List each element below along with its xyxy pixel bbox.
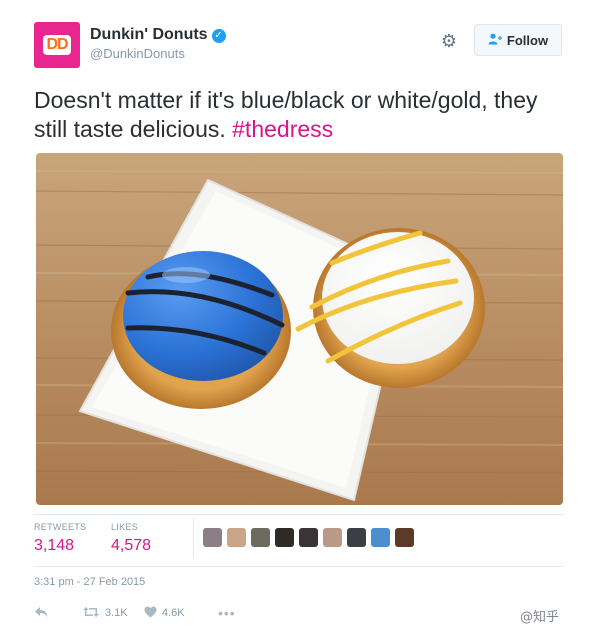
likes-count: 4,578 [111, 537, 152, 554]
tweet-actions: 3.1K 4.6K ••• [34, 605, 236, 621]
retweets-stat[interactable]: RETWEETS 3,148 [34, 522, 86, 555]
liker-avatar[interactable] [203, 528, 222, 547]
add-user-icon [488, 33, 502, 48]
user-info[interactable]: Dunkin' Donuts ✓ @DunkinDonuts [90, 26, 226, 61]
liker-avatar[interactable] [275, 528, 294, 547]
tweet-photo[interactable] [36, 153, 563, 505]
hashtag-link[interactable]: #thedress [232, 116, 333, 142]
reply-icon [34, 605, 48, 621]
retweets-label: RETWEETS [34, 522, 87, 532]
retweet-count: 3.1K [105, 607, 128, 619]
avatar[interactable]: DD [34, 22, 80, 68]
liker-avatar[interactable] [227, 528, 246, 547]
display-name-row: Dunkin' Donuts ✓ [90, 26, 226, 44]
likes-stat[interactable]: LIKES 4,578 [111, 522, 151, 555]
divider-middle [34, 566, 564, 567]
retweets-count: 3,148 [34, 537, 75, 554]
display-name[interactable]: Dunkin' Donuts [90, 26, 208, 43]
like-button[interactable]: 4.6K [144, 605, 218, 621]
liker-avatar[interactable] [347, 528, 366, 547]
follow-button[interactable]: Follow [474, 24, 562, 56]
liker-avatar[interactable] [371, 528, 390, 547]
retweet-button[interactable]: 3.1K [82, 605, 144, 621]
liker-avatar[interactable] [251, 528, 270, 547]
reply-button[interactable] [34, 605, 82, 621]
more-button[interactable]: ••• [218, 605, 236, 621]
liker-avatar[interactable] [323, 528, 342, 547]
gear-icon[interactable]: ⚙ [438, 30, 460, 52]
tweet-timestamp[interactable]: 3:31 pm - 27 Feb 2015 [34, 576, 145, 588]
user-handle[interactable]: @DunkinDonuts [90, 46, 226, 61]
follow-label: Follow [506, 32, 549, 48]
donut-photo-image [36, 153, 563, 505]
retweet-icon [82, 605, 100, 621]
tweet-card: DD Dunkin' Donuts ✓ @DunkinDonuts ⚙ Follo… [0, 0, 600, 639]
like-count: 4.6K [162, 607, 185, 619]
more-icon: ••• [218, 605, 236, 621]
divider-top [34, 514, 564, 515]
verified-badge-icon: ✓ [211, 29, 226, 43]
tweet-text: Doesn't matter if it's blue/black or whi… [34, 86, 574, 144]
liker-avatar[interactable] [299, 528, 318, 547]
heart-icon [144, 605, 157, 621]
avatar-logo: DD [43, 35, 71, 55]
liker-avatar[interactable] [395, 528, 414, 547]
watermark: @知乎 [520, 610, 560, 625]
stats-separator [193, 518, 194, 558]
liker-avatars [203, 528, 414, 547]
likes-label: LIKES [111, 522, 139, 532]
